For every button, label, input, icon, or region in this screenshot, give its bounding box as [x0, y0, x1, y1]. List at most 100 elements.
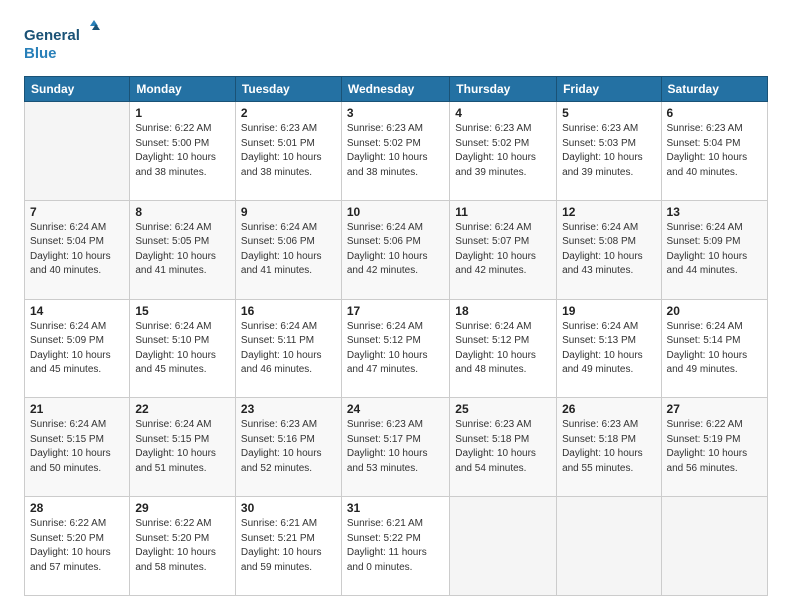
calendar-cell: 6 Sunrise: 6:23 AMSunset: 5:04 PMDaylight…	[661, 102, 767, 201]
day-number: 23	[241, 402, 336, 416]
day-number: 30	[241, 501, 336, 515]
day-info: Sunrise: 6:24 AMSunset: 5:15 PMDaylight:…	[135, 418, 230, 476]
day-info: Sunrise: 6:24 AMSunset: 5:12 PMDaylight:…	[455, 320, 551, 378]
calendar-cell: 20 Sunrise: 6:24 AMSunset: 5:14 PMDayligh…	[661, 299, 767, 398]
calendar-cell: 18 Sunrise: 6:24 AMSunset: 5:12 PMDayligh…	[450, 299, 557, 398]
day-number: 15	[135, 304, 230, 318]
day-number: 22	[135, 402, 230, 416]
week-row-1: 1Sunrise: 6:22 AMSunset: 5:00 PMDaylight…	[25, 102, 768, 201]
day-info: Sunrise: 6:24 AMSunset: 5:07 PMDaylight:…	[455, 221, 551, 279]
calendar-cell	[557, 497, 661, 596]
day-info: Sunrise: 6:24 AMSunset: 5:08 PMDaylight:…	[562, 221, 655, 279]
calendar-cell: 3Sunrise: 6:23 AMSunset: 5:02 PMDaylight…	[341, 102, 449, 201]
day-info: Sunrise: 6:23 AMSunset: 5:04 PMDaylight:…	[667, 122, 762, 180]
day-number: 18	[455, 304, 551, 318]
day-info: Sunrise: 6:24 AMSunset: 5:06 PMDaylight:…	[241, 221, 336, 279]
calendar-cell: 5 Sunrise: 6:23 AMSunset: 5:03 PMDaylight…	[557, 102, 661, 201]
day-info: Sunrise: 6:24 AMSunset: 5:09 PMDaylight:…	[30, 320, 124, 378]
calendar-cell: 16Sunrise: 6:24 AMSunset: 5:11 PMDayligh…	[235, 299, 341, 398]
day-info: Sunrise: 6:23 AMSunset: 5:02 PMDaylight:…	[455, 122, 551, 180]
day-info: Sunrise: 6:24 AMSunset: 5:12 PMDaylight:…	[347, 320, 444, 378]
day-number: 19	[562, 304, 655, 318]
day-number: 28	[30, 501, 124, 515]
day-info: Sunrise: 6:23 AMSunset: 5:16 PMDaylight:…	[241, 418, 336, 476]
day-number: 11	[455, 205, 551, 219]
weekday-header-tuesday: Tuesday	[235, 77, 341, 102]
svg-text:Blue: Blue	[24, 45, 57, 62]
calendar-cell: 24 Sunrise: 6:23 AMSunset: 5:17 PMDayligh…	[341, 398, 449, 497]
day-info: Sunrise: 6:24 AMSunset: 5:05 PMDaylight:…	[135, 221, 230, 279]
day-info: Sunrise: 6:24 AMSunset: 5:09 PMDaylight:…	[667, 221, 762, 279]
calendar-cell: 4 Sunrise: 6:23 AMSunset: 5:02 PMDaylight…	[450, 102, 557, 201]
day-info: Sunrise: 6:21 AMSunset: 5:22 PMDaylight:…	[347, 517, 444, 575]
calendar-cell: 11 Sunrise: 6:24 AMSunset: 5:07 PMDayligh…	[450, 200, 557, 299]
day-number: 14	[30, 304, 124, 318]
logo: General Blue	[24, 20, 104, 64]
week-row-2: 7Sunrise: 6:24 AMSunset: 5:04 PMDaylight…	[25, 200, 768, 299]
calendar-cell: 14 Sunrise: 6:24 AMSunset: 5:09 PMDayligh…	[25, 299, 130, 398]
day-info: Sunrise: 6:22 AMSunset: 5:20 PMDaylight:…	[135, 517, 230, 575]
calendar-cell	[450, 497, 557, 596]
weekday-header-monday: Monday	[130, 77, 236, 102]
day-number: 4	[455, 106, 551, 120]
weekday-header-sunday: Sunday	[25, 77, 130, 102]
calendar-cell: 31 Sunrise: 6:21 AMSunset: 5:22 PMDayligh…	[341, 497, 449, 596]
day-info: Sunrise: 6:24 AMSunset: 5:11 PMDaylight:…	[241, 320, 336, 378]
weekday-header-wednesday: Wednesday	[341, 77, 449, 102]
calendar-cell: 17 Sunrise: 6:24 AMSunset: 5:12 PMDayligh…	[341, 299, 449, 398]
calendar-cell: 27 Sunrise: 6:22 AMSunset: 5:19 PMDayligh…	[661, 398, 767, 497]
day-info: Sunrise: 6:23 AMSunset: 5:18 PMDaylight:…	[455, 418, 551, 476]
day-number: 27	[667, 402, 762, 416]
day-number: 10	[347, 205, 444, 219]
calendar-cell: 12 Sunrise: 6:24 AMSunset: 5:08 PMDayligh…	[557, 200, 661, 299]
day-info: Sunrise: 6:23 AMSunset: 5:02 PMDaylight:…	[347, 122, 444, 180]
calendar-cell: 8 Sunrise: 6:24 AMSunset: 5:05 PMDaylight…	[130, 200, 236, 299]
calendar-cell: 1Sunrise: 6:22 AMSunset: 5:00 PMDaylight…	[130, 102, 236, 201]
day-number: 26	[562, 402, 655, 416]
day-number: 24	[347, 402, 444, 416]
calendar-page: General Blue SundayMondayTuesdayWednesda…	[0, 0, 792, 612]
day-info: Sunrise: 6:24 AMSunset: 5:10 PMDaylight:…	[135, 320, 230, 378]
weekday-header-thursday: Thursday	[450, 77, 557, 102]
day-info: Sunrise: 6:22 AMSunset: 5:19 PMDaylight:…	[667, 418, 762, 476]
day-number: 5	[562, 106, 655, 120]
calendar-cell: 13 Sunrise: 6:24 AMSunset: 5:09 PMDayligh…	[661, 200, 767, 299]
day-number: 25	[455, 402, 551, 416]
day-number: 29	[135, 501, 230, 515]
calendar-cell: 7Sunrise: 6:24 AMSunset: 5:04 PMDaylight…	[25, 200, 130, 299]
week-row-3: 14 Sunrise: 6:24 AMSunset: 5:09 PMDayligh…	[25, 299, 768, 398]
calendar-table: SundayMondayTuesdayWednesdayThursdayFrid…	[24, 76, 768, 596]
day-number: 20	[667, 304, 762, 318]
day-number: 13	[667, 205, 762, 219]
day-info: Sunrise: 6:24 AMSunset: 5:14 PMDaylight:…	[667, 320, 762, 378]
day-number: 17	[347, 304, 444, 318]
day-info: Sunrise: 6:21 AMSunset: 5:21 PMDaylight:…	[241, 517, 336, 575]
calendar-cell: 19 Sunrise: 6:24 AMSunset: 5:13 PMDayligh…	[557, 299, 661, 398]
calendar-cell: 21 Sunrise: 6:24 AMSunset: 5:15 PMDayligh…	[25, 398, 130, 497]
calendar-cell: 22 Sunrise: 6:24 AMSunset: 5:15 PMDayligh…	[130, 398, 236, 497]
day-info: Sunrise: 6:24 AMSunset: 5:06 PMDaylight:…	[347, 221, 444, 279]
day-info: Sunrise: 6:24 AMSunset: 5:13 PMDaylight:…	[562, 320, 655, 378]
day-number: 8	[135, 205, 230, 219]
day-number: 31	[347, 501, 444, 515]
calendar-cell: 9Sunrise: 6:24 AMSunset: 5:06 PMDaylight…	[235, 200, 341, 299]
svg-text:General: General	[24, 27, 80, 44]
weekday-header-friday: Friday	[557, 77, 661, 102]
calendar-cell: 26 Sunrise: 6:23 AMSunset: 5:18 PMDayligh…	[557, 398, 661, 497]
calendar-cell: 10 Sunrise: 6:24 AMSunset: 5:06 PMDayligh…	[341, 200, 449, 299]
day-number: 2	[241, 106, 336, 120]
day-info: Sunrise: 6:22 AMSunset: 5:00 PMDaylight:…	[135, 122, 230, 180]
week-row-5: 28 Sunrise: 6:22 AMSunset: 5:20 PMDayligh…	[25, 497, 768, 596]
day-number: 6	[667, 106, 762, 120]
day-info: Sunrise: 6:23 AMSunset: 5:17 PMDaylight:…	[347, 418, 444, 476]
day-info: Sunrise: 6:24 AMSunset: 5:04 PMDaylight:…	[30, 221, 124, 279]
day-info: Sunrise: 6:24 AMSunset: 5:15 PMDaylight:…	[30, 418, 124, 476]
calendar-cell: 15 Sunrise: 6:24 AMSunset: 5:10 PMDayligh…	[130, 299, 236, 398]
day-number: 21	[30, 402, 124, 416]
day-info: Sunrise: 6:23 AMSunset: 5:03 PMDaylight:…	[562, 122, 655, 180]
day-number: 12	[562, 205, 655, 219]
weekday-header-row: SundayMondayTuesdayWednesdayThursdayFrid…	[25, 77, 768, 102]
day-info: Sunrise: 6:23 AMSunset: 5:18 PMDaylight:…	[562, 418, 655, 476]
weekday-header-saturday: Saturday	[661, 77, 767, 102]
calendar-body: 1Sunrise: 6:22 AMSunset: 5:00 PMDaylight…	[25, 102, 768, 596]
